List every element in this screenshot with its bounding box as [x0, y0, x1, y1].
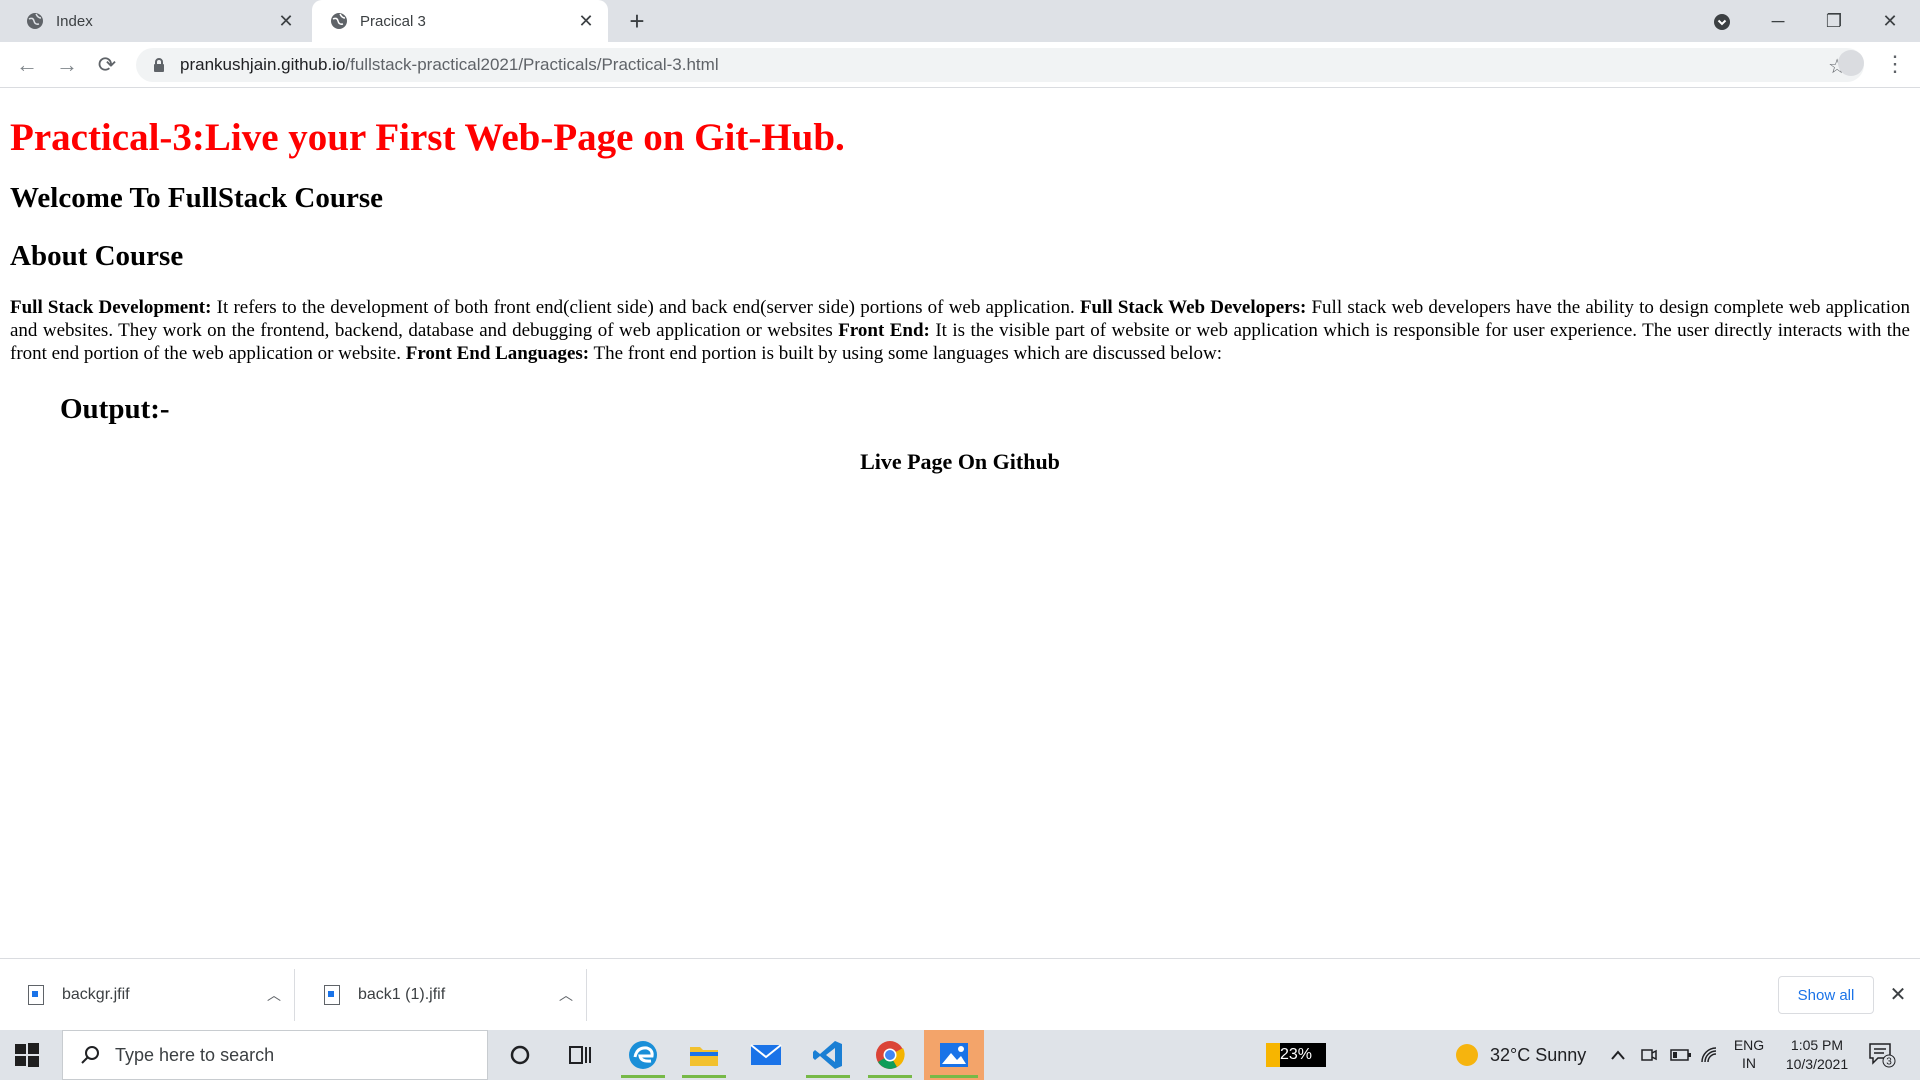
url-path: /fullstack-practical2021/Practicals/Prac… [345, 55, 719, 74]
chrome-icon[interactable] [862, 1030, 918, 1080]
show-all-button[interactable]: Show all [1778, 976, 1874, 1014]
wifi-icon[interactable] [1700, 1030, 1720, 1080]
chevron-up-icon[interactable]: ︿ [254, 985, 294, 1005]
term-label: Front End Languages: [405, 343, 590, 364]
file-explorer-icon[interactable] [676, 1030, 732, 1080]
term-text: It refers to the development of both fro… [211, 297, 1080, 318]
tab-title: Index [56, 12, 93, 30]
weather-text: 32°C Sunny [1490, 1044, 1587, 1065]
close-icon[interactable]: ✕ [572, 11, 600, 32]
clock-time: 1:05 PM [1790, 1037, 1844, 1053]
clock-date: 10/3/2021 [1785, 1056, 1849, 1072]
search-placeholder: Type here to search [115, 1044, 275, 1065]
term-label: Full Stack Web Developers: [1079, 297, 1307, 318]
term-label: Full Stack Development: [10, 297, 212, 318]
taskbar-search-box[interactable]: Type here to search [62, 1030, 488, 1080]
photos-icon[interactable] [924, 1030, 984, 1080]
vscode-icon[interactable] [800, 1030, 856, 1080]
task-view-icon[interactable] [552, 1030, 608, 1080]
address-bar[interactable]: prankushjain.github.io/fullstack-practic… [136, 48, 1864, 82]
search-icon [81, 1046, 99, 1064]
sun-icon [1456, 1044, 1478, 1066]
back-arrow-icon[interactable]: ← [12, 50, 42, 80]
term-label: Front End: [838, 320, 930, 341]
menu-kebab-icon[interactable]: ⋮ [1884, 50, 1906, 78]
globe-icon [27, 13, 43, 29]
window-close-icon[interactable]: ✕ [1862, 0, 1918, 42]
globe-icon [331, 13, 347, 29]
divider [294, 969, 295, 1021]
live-page-heading: Live Page On Github [860, 449, 1060, 474]
reload-icon[interactable]: ⟳ [92, 50, 122, 80]
tab-bar: Index ✕ Pracical 3 ✕ + ─ ❐ ✕ [0, 0, 1920, 42]
clock[interactable]: 1:05 PM 10/3/2021 [1772, 1036, 1862, 1074]
forward-arrow-icon[interactable]: → [52, 50, 82, 80]
close-icon[interactable]: ✕ [272, 11, 300, 32]
battery-percent: 23% [1279, 1046, 1313, 1063]
web-page: Practical-3:Live your First Web-Page on … [10, 88, 1910, 958]
language-indicator[interactable]: ENG IN [1730, 1036, 1768, 1072]
weather-widget[interactable]: 32°C Sunny [1456, 1030, 1586, 1080]
lock-icon[interactable] [150, 56, 168, 74]
chevron-up-icon[interactable]: ︿ [546, 985, 586, 1005]
battery-fill [1266, 1043, 1280, 1067]
url-host: prankushjain.github.io [180, 55, 346, 74]
about-heading: About Course [10, 240, 184, 272]
notification-center-icon[interactable]: 3 [1868, 1042, 1896, 1068]
tab-index[interactable]: Index ✕ [8, 0, 308, 42]
notification-count: 3 [1886, 1057, 1892, 1068]
close-icon[interactable]: ✕ [1886, 979, 1910, 1011]
output-heading: Output:- [60, 393, 170, 425]
download-shelf: backgr.jfif ︿ back1 (1).jfif ︿ Show all … [0, 958, 1920, 1030]
tab-title: Pracical 3 [360, 12, 426, 30]
download-filename: back1 (1).jfif [358, 986, 446, 1003]
new-tab-button[interactable]: + [622, 6, 652, 36]
tab-search-icon[interactable] [1694, 0, 1750, 42]
divider [586, 969, 587, 1021]
page-title: Practical-3:Live your First Web-Page on … [10, 116, 845, 159]
file-icon [28, 985, 44, 1005]
welcome-heading: Welcome To FullStack Course [10, 182, 383, 214]
mail-icon[interactable] [738, 1030, 794, 1080]
windows-start-icon[interactable] [14, 1042, 40, 1068]
download-item[interactable]: backgr.jfif ︿ [0, 959, 294, 1031]
tab-practical-3[interactable]: Pracical 3 ✕ [312, 0, 608, 42]
meet-now-icon[interactable] [1640, 1030, 1658, 1080]
battery-icon[interactable] [1670, 1030, 1692, 1080]
restore-icon[interactable]: ❐ [1806, 0, 1862, 42]
region-code: IN [1742, 1055, 1756, 1071]
about-paragraph: Full Stack Development: It refers to the… [10, 296, 1910, 365]
download-item[interactable]: back1 (1).jfif ︿ [296, 959, 586, 1031]
battery-indicator[interactable]: 23% [1266, 1043, 1326, 1067]
url-text: prankushjain.github.io/fullstack-practic… [180, 55, 719, 75]
browser-toolbar: ← → ⟳ prankushjain.github.io/fullstack-p… [0, 42, 1920, 88]
chevron-up-icon[interactable] [1610, 1030, 1626, 1080]
download-filename: backgr.jfif [62, 986, 130, 1003]
edge-icon[interactable] [615, 1030, 671, 1080]
term-text: The front end portion is built by using … [589, 343, 1222, 364]
language-code: ENG [1733, 1037, 1765, 1053]
cortana-icon[interactable] [492, 1030, 548, 1080]
file-icon [324, 985, 340, 1005]
profile-avatar-icon[interactable] [1838, 50, 1864, 76]
minimize-icon[interactable]: ─ [1750, 0, 1806, 42]
windows-taskbar: Type here to search 23% 32°C Sunny ENG I… [0, 1030, 1920, 1080]
